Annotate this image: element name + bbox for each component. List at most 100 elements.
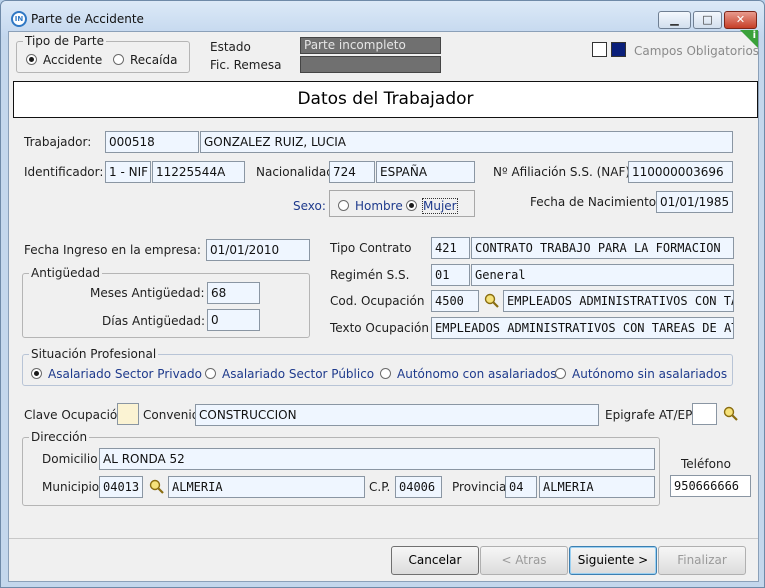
radio-unselected-icon xyxy=(338,200,349,211)
texto-ocupacion-field[interactable]: EMPLEADOS ADMINISTRATIVOS CON TAREAS DE … xyxy=(431,317,734,339)
trabajador-label: Trabajador: xyxy=(24,135,92,149)
app-logo-icon: IN xyxy=(11,11,27,27)
tipo-parte-legend: Tipo de Parte xyxy=(23,34,106,48)
fecha-ingreso-field[interactable]: 01/01/2010 xyxy=(206,239,310,261)
cod-ocupacion-name-field[interactable]: EMPLEADOS ADMINISTRATIVOS CON TA xyxy=(503,290,734,312)
texto-ocupacion-label: Texto Ocupación xyxy=(330,321,429,335)
tipo-contrato-name-field[interactable]: CONTRATO TRABAJO PARA LA FORMACION xyxy=(471,237,734,259)
campos-obligatorios-label: Campos Obligatorios xyxy=(634,44,760,58)
form-area: Tipo de Parte Accidente Recaída Estado P… xyxy=(8,30,760,582)
estado-value: Parte incompleto xyxy=(300,37,441,54)
clave-ocupacion-field[interactable] xyxy=(117,403,139,425)
nacionalidad-label: Nacionalidad: xyxy=(256,165,338,179)
radio-asalariado-publico[interactable]: Asalariado Sector Público xyxy=(205,367,374,381)
radio-mujer[interactable]: Mujer xyxy=(406,198,458,214)
window-title: Parte de Accidente xyxy=(31,12,144,26)
back-button[interactable]: < Atras xyxy=(480,546,568,575)
telefono-field[interactable]: 950666666 xyxy=(670,475,751,497)
radio-accidente[interactable]: Accidente xyxy=(26,53,102,67)
antiguedad-group: Antigüedad xyxy=(22,266,310,338)
search-ocupacion-icon[interactable] xyxy=(484,293,500,309)
direccion-legend: Dirección xyxy=(29,430,90,444)
identificador-label: Identificador: xyxy=(24,165,104,179)
epigrafe-field[interactable] xyxy=(692,403,717,425)
fic-remesa-value xyxy=(300,56,441,73)
provincia-code-field[interactable]: 04 xyxy=(505,476,537,498)
cancel-button[interactable]: Cancelar xyxy=(391,546,479,575)
domicilio-field[interactable]: AL RONDA 52 xyxy=(99,448,655,470)
convenio-label: Convenio xyxy=(143,408,200,422)
provincia-name-field[interactable]: ALMERIA xyxy=(539,476,655,498)
maximize-button[interactable]: □ xyxy=(693,11,722,29)
estado-label: Estado xyxy=(210,40,251,54)
tipo-contrato-code-field[interactable]: 421 xyxy=(431,237,470,259)
municipio-label: Municipio xyxy=(42,480,100,494)
fecha-nacimiento-field[interactable]: 01/01/1985 xyxy=(656,191,733,213)
radio-asalariado-privado[interactable]: Asalariado Sector Privado xyxy=(31,367,202,381)
radio-unselected-icon xyxy=(380,368,391,379)
radio-asalariado-publico-label: Asalariado Sector Público xyxy=(222,367,375,381)
nacionalidad-name-field[interactable]: ESPAÑA xyxy=(376,161,475,183)
finish-button[interactable]: Finalizar xyxy=(658,546,746,575)
radio-selected-icon xyxy=(31,368,42,379)
trabajador-name-field[interactable]: GONZALEZ RUIZ, LUCIA xyxy=(200,131,733,153)
nacionalidad-code-field[interactable]: 724 xyxy=(329,161,375,183)
afiliacion-field[interactable]: 110000003696 xyxy=(628,161,733,183)
radio-selected-icon xyxy=(406,200,417,211)
radio-mujer-label: Mujer xyxy=(422,198,458,214)
identificador-type-field[interactable]: 1 - NIF xyxy=(105,161,151,183)
convenio-field[interactable]: CONSTRUCCION xyxy=(195,404,599,426)
radio-recaida[interactable]: Recaída xyxy=(113,53,177,67)
divider xyxy=(9,538,758,539)
cod-ocupacion-label: Cod. Ocupación xyxy=(330,294,425,308)
maximize-icon: □ xyxy=(702,13,713,26)
cp-field[interactable]: 04006 xyxy=(395,476,442,498)
radio-unselected-icon xyxy=(113,54,124,65)
situacion-profesional-legend: Situación Profesional xyxy=(29,347,159,361)
municipio-code-field[interactable]: 04013 xyxy=(99,476,143,498)
meses-antiguedad-label: Meses Antigüedad: xyxy=(90,286,205,300)
radio-hombre-label: Hombre xyxy=(355,199,403,213)
radio-recaida-label: Recaída xyxy=(130,53,178,67)
window: IN Parte de Accidente ▁ □ ✕ Tipo de Part… xyxy=(0,0,765,588)
regimen-label: Regimén S.S. xyxy=(330,268,410,282)
regimen-name-field[interactable]: General xyxy=(471,264,734,286)
dias-antiguedad-label: Días Antigüedad: xyxy=(102,314,206,328)
close-button[interactable]: ✕ xyxy=(724,11,757,29)
identificador-value-field[interactable]: 11225544A xyxy=(152,161,245,183)
radio-hombre[interactable]: Hombre xyxy=(338,199,403,213)
cod-ocupacion-code-field[interactable]: 4500 xyxy=(431,290,479,312)
radio-autonomo-con[interactable]: Autónomo con asalariados xyxy=(380,367,557,381)
minimize-button[interactable]: ▁ xyxy=(658,11,691,29)
provincia-label: Provincia xyxy=(452,480,507,494)
radio-autonomo-sin-label: Autónomo sin asalariados xyxy=(572,367,728,381)
clave-ocupacion-label: Clave Ocupación xyxy=(24,408,125,422)
dias-antiguedad-field[interactable]: 0 xyxy=(207,309,260,331)
close-icon: ✕ xyxy=(735,13,746,26)
epigrafe-label: Epigrafe AT/EP xyxy=(605,408,693,422)
search-epigrafe-icon[interactable] xyxy=(723,406,739,422)
cp-label: C.P. xyxy=(369,480,391,494)
fecha-ingreso-label: Fecha Ingreso en la empresa: xyxy=(24,243,201,257)
radio-asalariado-privado-label: Asalariado Sector Privado xyxy=(48,367,202,381)
minimize-icon: ▁ xyxy=(670,13,679,26)
tipo-contrato-label: Tipo Contrato xyxy=(330,241,412,255)
radio-autonomo-sin[interactable]: Autónomo sin asalariados xyxy=(555,367,727,381)
domicilio-label: Domicilio xyxy=(42,452,98,466)
telefono-label: Teléfono xyxy=(681,457,731,471)
meses-antiguedad-field[interactable]: 68 xyxy=(207,282,260,304)
next-button[interactable]: Siguiente > xyxy=(569,546,657,575)
regimen-code-field[interactable]: 01 xyxy=(431,264,470,286)
radio-selected-icon xyxy=(26,54,37,65)
sexo-label: Sexo: xyxy=(293,199,326,213)
required-field-swatch xyxy=(611,42,626,57)
municipio-name-field[interactable]: ALMERIA xyxy=(168,476,365,498)
fecha-nacimiento-label: Fecha de Nacimiento: xyxy=(530,195,661,209)
antiguedad-legend: Antigüedad xyxy=(29,266,103,280)
trabajador-code-field[interactable]: 000518 xyxy=(105,131,199,153)
radio-unselected-icon xyxy=(555,368,566,379)
optional-field-swatch xyxy=(592,42,607,57)
fic-remesa-label: Fic. Remesa xyxy=(210,58,282,72)
search-municipio-icon[interactable] xyxy=(149,479,165,495)
afiliacion-label: Nº Afiliación S.S. (NAF): xyxy=(493,165,635,179)
